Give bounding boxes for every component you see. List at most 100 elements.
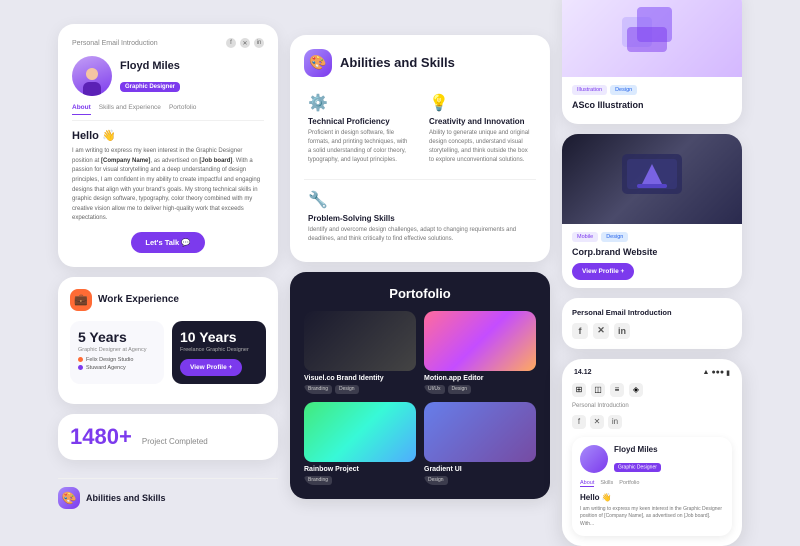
portfolio-tag-design2: Design bbox=[448, 385, 472, 394]
asco-preview-card: Illustration Design ASco Illustration bbox=[562, 0, 742, 124]
portfolio-item-1: Visuel.co Brand Identity Branding Design bbox=[304, 311, 416, 394]
problem-icon: 🔧 bbox=[308, 190, 532, 210]
corp-illustration-svg bbox=[617, 149, 687, 209]
corp-title: Corp.brand Website bbox=[572, 247, 732, 257]
card-topbar: Personal Email Introduction f ✕ in bbox=[72, 38, 264, 48]
corp-tags: Mobile Design bbox=[572, 232, 732, 242]
phone-topbar-title: Personal Introduction bbox=[570, 403, 734, 409]
abilities-icon: 🎨 bbox=[304, 49, 332, 77]
skill-problem-desc: Identify and overcome design challenges,… bbox=[308, 226, 532, 244]
phone-social-row: f ✕ in bbox=[570, 415, 734, 429]
tag-design: Design bbox=[610, 85, 637, 95]
portfolio-thumb-2 bbox=[424, 311, 536, 371]
battery-icon: ▮ bbox=[726, 369, 730, 377]
facebook-social-icon[interactable]: f bbox=[572, 323, 588, 339]
facebook-icon[interactable]: f bbox=[226, 38, 236, 48]
twitter-social-icon[interactable]: ✕ bbox=[593, 323, 609, 339]
phone-tab-about[interactable]: About bbox=[580, 480, 594, 487]
wifi-icon: ▲ bbox=[703, 369, 710, 376]
right-column: Illustration Design ASco Illustration Mo… bbox=[562, 0, 742, 546]
portfolio-title: Portofolio bbox=[304, 286, 536, 301]
agency-name-1: Felix Design Studio bbox=[86, 357, 133, 363]
phone-profile-info: Floyd Miles Graphic Designer bbox=[614, 445, 661, 474]
portfolio-name-3: Rainbow Project bbox=[304, 466, 416, 473]
portfolio-item-3: Rainbow Project Branding bbox=[304, 402, 416, 485]
tag-illustration: Illustration bbox=[572, 85, 607, 95]
portfolio-tags-2: UI/Ux Design bbox=[424, 385, 536, 394]
phone-linkedin-icon[interactable]: in bbox=[608, 415, 622, 429]
dot-purple bbox=[78, 365, 83, 370]
portfolio-thumb-1 bbox=[304, 311, 416, 371]
work-experience-card: 💼 Work Experience 5 Years Graphic Design… bbox=[58, 277, 278, 404]
skill-creativity-desc: Ability to generate unique and original … bbox=[429, 129, 532, 165]
phone-nav-icon-1[interactable]: ⊞ bbox=[572, 383, 586, 397]
portfolio-card: Portofolio Visuel.co Brand Identity Bran… bbox=[290, 272, 550, 499]
tab-portfolio[interactable]: Portofolio bbox=[169, 104, 196, 115]
portfolio-name-4: Gradient UI bbox=[424, 466, 536, 473]
lets-talk-button[interactable]: Let's Talk 💬 bbox=[131, 232, 204, 253]
agency-1: Felix Design Studio bbox=[78, 357, 156, 363]
tag-design-corp: Design bbox=[601, 232, 628, 242]
main-email-card: Personal Email Introduction f ✕ in Floyd… bbox=[58, 24, 278, 267]
exp-card-5years: 5 Years Graphic Designer at Agency Felix… bbox=[70, 321, 164, 384]
portfolio-tags-4: Design bbox=[424, 476, 536, 485]
twitter-icon[interactable]: ✕ bbox=[240, 38, 250, 48]
phone-profile-card: Floyd Miles Graphic Designer About Skill… bbox=[572, 437, 732, 537]
profile-badge: Graphic Designer bbox=[120, 82, 180, 92]
corp-thumb bbox=[562, 134, 742, 224]
stat-number: 1480+ bbox=[70, 424, 138, 449]
linkedin-icon[interactable]: in bbox=[254, 38, 264, 48]
nav-tabs: About Skills and Experience Portofolio bbox=[72, 104, 264, 121]
agency-name-2: Stuward Agency bbox=[86, 365, 126, 371]
exp-years-5: 5 Years bbox=[78, 329, 156, 345]
phone-profile-badge: Graphic Designer bbox=[614, 463, 661, 472]
phone-profile-name: Floyd Miles bbox=[614, 445, 661, 454]
corp-card-info: Mobile Design Corp.brand Website View Pr… bbox=[562, 224, 742, 288]
project-stat-card: 1480+ Project Completed bbox=[58, 414, 278, 460]
skill-technical-desc: Proficient in design software, file form… bbox=[308, 129, 411, 165]
skill-creativity-name: Creativity and Innovation bbox=[429, 117, 532, 126]
tab-skills[interactable]: Skills and Experience bbox=[99, 104, 161, 115]
asco-title: ASco Illustration bbox=[572, 100, 732, 110]
social-icons: f ✕ in bbox=[572, 323, 732, 339]
asco-tags: Illustration Design bbox=[572, 85, 732, 95]
creativity-icon: 💡 bbox=[429, 93, 532, 113]
portfolio-tag-design3: Design bbox=[424, 476, 448, 485]
phone-tabs: About Skills Portfolio bbox=[580, 480, 724, 487]
technical-icon: ⚙️ bbox=[308, 93, 411, 113]
portfolio-thumb-3 bbox=[304, 402, 416, 462]
experience-row: 5 Years Graphic Designer at Agency Felix… bbox=[70, 321, 266, 384]
intro-text: I am writing to express my keen interest… bbox=[72, 147, 264, 224]
portfolio-name-2: Motion.app Editor bbox=[424, 375, 536, 382]
phone-tab-skills[interactable]: Skills bbox=[600, 480, 613, 487]
work-title: Work Experience bbox=[98, 294, 179, 305]
phone-nav-icon-2[interactable]: ◫ bbox=[591, 383, 605, 397]
phone-twitter-icon[interactable]: ✕ bbox=[590, 415, 604, 429]
skill-problem-solving: 🔧 Problem-Solving Skills Identify and ov… bbox=[304, 179, 536, 248]
abilities-title: Abilities and Skills bbox=[340, 55, 455, 70]
portfolio-grid: Visuel.co Brand Identity Branding Design… bbox=[304, 311, 536, 485]
stat-number-text: 1480+ bbox=[70, 424, 132, 449]
profile-section: Floyd Miles Graphic Designer bbox=[72, 56, 264, 96]
asco-card-info: Illustration Design ASco Illustration bbox=[562, 77, 742, 124]
portfolio-tag-branding2: Branding bbox=[304, 476, 332, 485]
phone-nav-icon-4[interactable]: ◈ bbox=[629, 383, 643, 397]
phone-tab-portfolio[interactable]: Portfolio bbox=[619, 480, 639, 487]
portfolio-tag-branding: Branding bbox=[304, 385, 332, 394]
middle-column: 🎨 Abilities and Skills ⚙️ Technical Prof… bbox=[290, 35, 550, 499]
phone-time: 14.12 bbox=[574, 369, 592, 376]
linkedin-social-icon[interactable]: in bbox=[614, 323, 630, 339]
abilities-footer: 🎨 Abilities and Skills bbox=[58, 478, 278, 509]
view-profile-corp-button[interactable]: View Profile + bbox=[572, 263, 634, 280]
stat-label: Project Completed bbox=[142, 437, 208, 446]
asco-gradient bbox=[562, 0, 742, 77]
view-profile-button[interactable]: View Profile + bbox=[180, 359, 242, 376]
phone-facebook-icon[interactable]: f bbox=[572, 415, 586, 429]
abilities-icon-footer: 🎨 bbox=[58, 487, 80, 509]
phone-nav-icon-3[interactable]: ≡ bbox=[610, 383, 624, 397]
portfolio-item-4: Gradient UI Design bbox=[424, 402, 536, 485]
exp-role-10: Freelance Graphic Designer bbox=[180, 347, 258, 353]
tab-about[interactable]: About bbox=[72, 104, 91, 115]
exp-role-5: Graphic Designer at Agency bbox=[78, 347, 156, 353]
greeting: Hello 👋 bbox=[72, 129, 264, 142]
